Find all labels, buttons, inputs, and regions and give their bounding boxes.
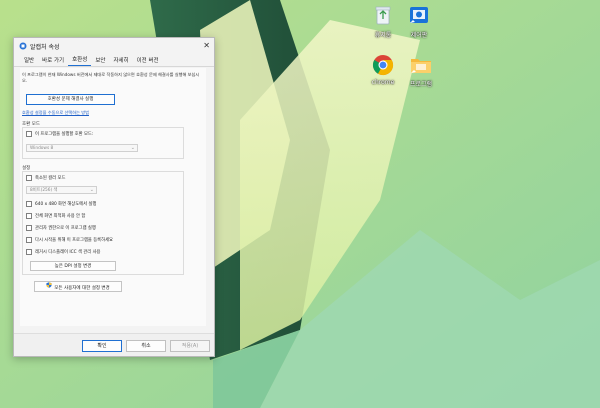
checkbox-box xyxy=(26,175,32,181)
run-as-admin-checkbox[interactable]: 관리자 권한으로 이 프로그램 실행 xyxy=(26,225,96,231)
all-users-label: 모든 사용자에 대한 설정 변경 xyxy=(54,286,110,291)
troubleshooter-button[interactable]: 호환성 문제 해결사 실행 xyxy=(26,94,115,105)
tab-security[interactable]: 보안 xyxy=(91,56,109,66)
checkbox-label: 레거시 디스플레이 ICC 색 관리 사용 xyxy=(35,250,101,255)
checkbox-box xyxy=(26,249,32,255)
high-dpi-button[interactable]: 높은 DPI 설정 변경 xyxy=(30,261,116,271)
chevron-down-icon: ⌄ xyxy=(130,145,135,151)
properties-dialog: 알캡처 속성 ✕ 일반 바로 가기 호환성 보안 자세히 이전 버전 이 프로그… xyxy=(13,37,215,357)
folder-icon xyxy=(409,53,433,77)
desktop-icon-label: 프로그램 xyxy=(409,81,433,88)
tab-compatibility[interactable]: 호환성 xyxy=(68,55,92,66)
manual-settings-link[interactable]: 호환성 설정을 수동으로 선택하는 방법 xyxy=(22,110,89,116)
checkbox-box xyxy=(26,225,32,231)
recycle-bin-icon xyxy=(371,4,395,28)
tab-shortcut[interactable]: 바로 가기 xyxy=(38,56,68,66)
register-restart-checkbox[interactable]: 다시 시작을 위해 이 프로그램을 등록하세요 xyxy=(26,237,113,243)
checkbox-label: 640 x 480 화면 해상도에서 실행 xyxy=(35,202,97,207)
dialog-title: 알캡처 속성 xyxy=(30,43,60,51)
reduced-color-checkbox[interactable]: 축소된 컬러 모드 xyxy=(26,175,65,181)
legacy-icc-checkbox[interactable]: 레거시 디스플레이 ICC 색 관리 사용 xyxy=(26,249,101,255)
checkbox-label: 관리자 권한으로 이 프로그램 실행 xyxy=(35,226,96,231)
apply-button[interactable]: 적용(A) xyxy=(170,340,210,352)
disable-fullscreen-checkbox[interactable]: 전체 화면 최적화 사용 안 함 xyxy=(26,213,85,219)
chrome-icon xyxy=(371,53,395,77)
desktop-icon-control-panel[interactable]: 제어판 xyxy=(395,4,443,39)
compatibility-panel: 이 프로그램이 현재 Windows 버전에서 제대로 작동하지 않으면 호환성… xyxy=(20,68,206,326)
checkbox-label: 축소된 컬러 모드 xyxy=(35,176,66,181)
dialog-footer: 확인 취소 적용(A) xyxy=(14,333,214,356)
checkbox-label: 전체 화면 최적화 사용 안 함 xyxy=(35,214,86,219)
tab-bar: 일반 바로 가기 호환성 보안 자세히 이전 버전 xyxy=(14,54,214,67)
app-icon xyxy=(19,42,27,50)
checkbox-label: 다시 시작을 위해 이 프로그램을 등록하세요 xyxy=(35,238,113,243)
tab-details[interactable]: 자세히 xyxy=(109,56,132,66)
compat-mode-group: 이 프로그램을 실행할 호환 모드: Windows 8 ⌄ xyxy=(22,127,184,159)
tab-previous-versions[interactable]: 이전 버전 xyxy=(133,56,163,66)
compat-mode-checkbox[interactable]: 이 프로그램을 실행할 호환 모드: xyxy=(26,131,93,137)
res-640-checkbox[interactable]: 640 x 480 화면 해상도에서 실행 xyxy=(26,201,96,207)
chevron-down-icon: ⌄ xyxy=(89,187,94,193)
desktop-icon-program-folder[interactable]: 프로그램 xyxy=(397,53,445,88)
checkbox-label: 이 프로그램을 실행할 호환 모드: xyxy=(35,132,94,137)
color-mode-value: 8비트(256) 색 xyxy=(30,188,58,193)
all-users-button[interactable]: 모든 사용자에 대한 설정 변경 xyxy=(34,281,122,292)
checkbox-box xyxy=(26,131,32,137)
control-panel-icon xyxy=(407,4,431,28)
compat-mode-select[interactable]: Windows 8 ⌄ xyxy=(26,144,138,152)
desktop-icon-label: 제어판 xyxy=(410,32,428,39)
compatibility-description: 이 프로그램이 현재 Windows 버전에서 제대로 작동하지 않으면 호환성… xyxy=(22,72,200,83)
checkbox-box xyxy=(26,213,32,219)
color-mode-select[interactable]: 8비트(256) 색 ⌄ xyxy=(26,186,97,194)
cancel-button[interactable]: 취소 xyxy=(126,340,166,352)
close-icon[interactable]: ✕ xyxy=(203,41,210,50)
tab-general[interactable]: 일반 xyxy=(20,56,38,66)
ok-button[interactable]: 확인 xyxy=(82,340,122,352)
shield-icon xyxy=(46,282,52,293)
checkbox-box xyxy=(26,201,32,207)
title-bar[interactable]: 알캡처 속성 ✕ xyxy=(14,38,214,54)
checkbox-box xyxy=(26,237,32,243)
compat-mode-value: Windows 8 xyxy=(30,146,54,151)
settings-group: 축소된 컬러 모드 8비트(256) 색 ⌄ 640 x 480 화면 해상도에… xyxy=(22,171,184,275)
